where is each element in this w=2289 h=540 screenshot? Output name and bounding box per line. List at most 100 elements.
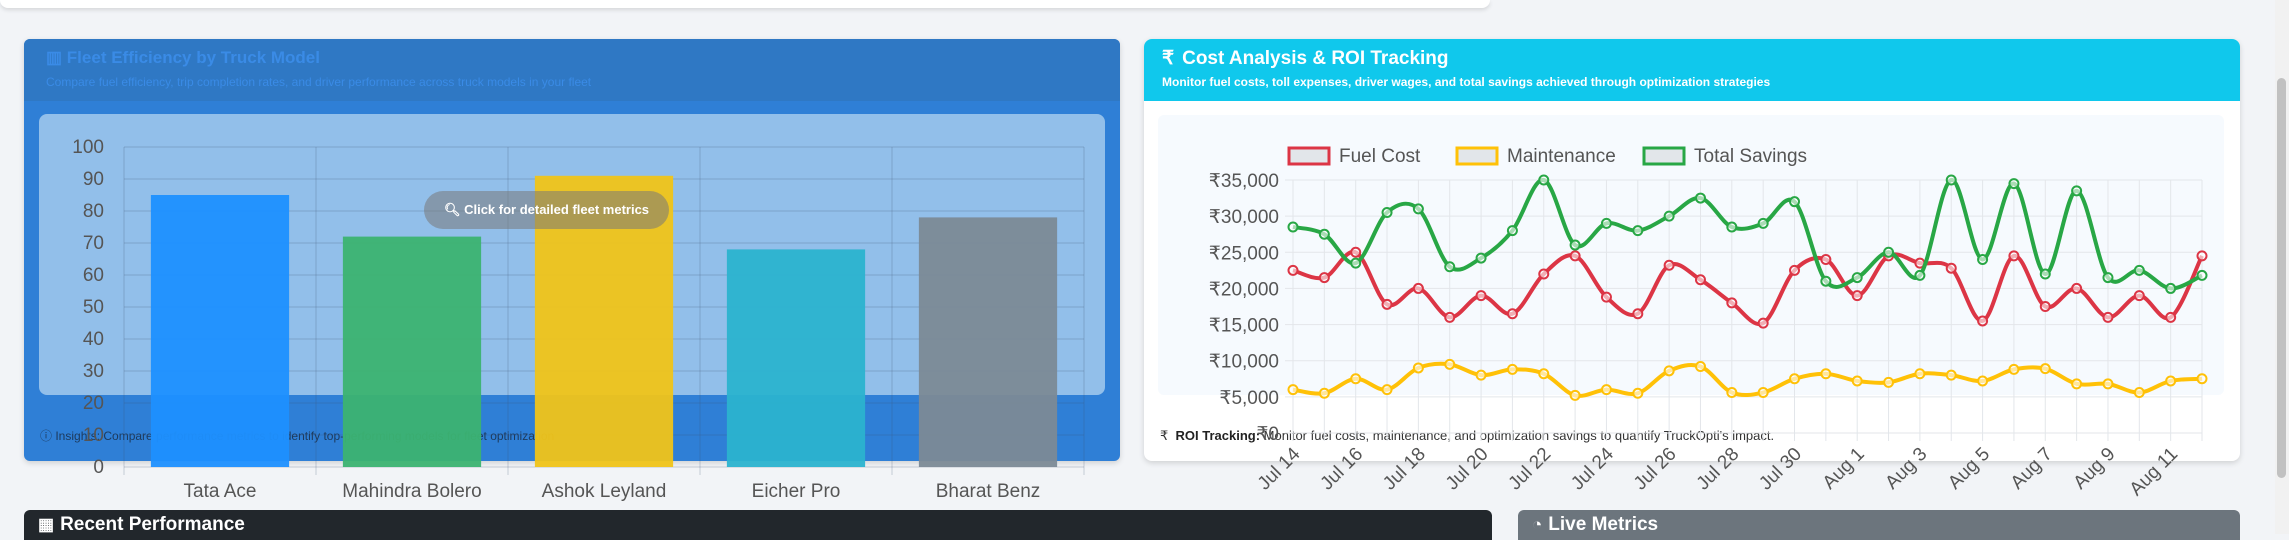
y-tick-label: 100	[72, 137, 104, 158]
live-metrics-title: ◔ Live Metrics	[1532, 514, 1659, 535]
x-tick-label: Aug 11	[2126, 444, 2182, 500]
data-point	[1757, 217, 1769, 229]
data-point	[2039, 363, 2051, 375]
y-tick-label: 50	[83, 297, 104, 318]
data-point	[2102, 378, 2114, 390]
x-tick-label: Aug 3	[1881, 444, 1931, 494]
y-tick-label: ₹5,000	[1219, 388, 1279, 409]
data-point	[1600, 291, 1612, 303]
y-tick-label: 0	[93, 457, 104, 478]
data-point	[2071, 282, 2083, 294]
x-tick-label: Jul 18	[1379, 444, 1430, 495]
data-point	[2196, 250, 2208, 262]
data-point	[1757, 317, 1769, 329]
x-tick-label: Jul 30	[1755, 444, 1806, 495]
recent-performance-title: ▦ Recent Performance	[38, 514, 245, 535]
data-point	[1694, 192, 1706, 204]
y-tick-label: 60	[83, 265, 104, 286]
recent-performance-card: ▦ Recent Performance	[24, 510, 1492, 540]
fleet-bar-chart[interactable]: 0 10 20 30 40 50 60 70 80 90 100 Tata Ace Mahindra B…	[50, 128, 1090, 508]
legend-swatch	[1287, 146, 1331, 166]
fleet-metrics-tooltip[interactable]: 🔍︎ Click for detailed fleet metrics	[424, 191, 669, 229]
data-point	[1506, 308, 1518, 320]
data-point	[1663, 259, 1675, 271]
data-point	[2039, 301, 2051, 312]
data-point	[1475, 290, 1487, 302]
data-point	[1538, 368, 1550, 380]
y-tick-label: ₹10,000	[1209, 352, 1279, 373]
data-point	[1318, 272, 1330, 284]
data-point	[2133, 387, 2145, 399]
series-line	[1292, 361, 2203, 398]
data-point	[1287, 264, 1299, 276]
data-point	[1444, 358, 1456, 370]
data-point	[1977, 375, 1989, 387]
data-point	[2165, 311, 2177, 323]
data-point	[1726, 297, 1738, 309]
data-point	[1569, 389, 1581, 401]
data-point	[2165, 282, 2177, 294]
data-point	[1506, 225, 1518, 237]
bar	[918, 217, 1058, 467]
data-point	[1977, 315, 1989, 327]
data-point	[1663, 365, 1675, 377]
scrollbar-thumb[interactable]	[2277, 78, 2286, 478]
search-icon: 🔍︎	[443, 202, 465, 217]
data-point	[1318, 228, 1330, 240]
data-point	[1789, 196, 1801, 208]
data-point	[1569, 239, 1581, 251]
x-tick-label: Aug 5	[1944, 444, 1994, 494]
data-point	[2071, 378, 2083, 390]
x-tick-label: Mahindra Bolero	[342, 481, 481, 502]
x-tick-label: Jul 26	[1630, 444, 1681, 495]
data-point	[1412, 203, 1424, 215]
data-point	[1569, 250, 1581, 262]
data-point	[2008, 250, 2020, 262]
data-point	[1475, 369, 1487, 381]
data-point	[1726, 221, 1738, 233]
y-tick-label: ₹35,000	[1209, 171, 1279, 192]
data-point	[2133, 290, 2145, 302]
x-tick-label: Jul 22	[1505, 444, 1556, 495]
cost-card-header: ₹ Cost Analysis & ROI Tracking Monitor fu…	[1144, 39, 2240, 101]
data-point	[1851, 375, 1863, 387]
data-point	[2008, 363, 2020, 375]
data-point	[1444, 261, 1456, 273]
data-point	[2039, 268, 2051, 280]
data-point	[1820, 254, 1832, 266]
x-tick-label: Aug 9	[2070, 444, 2120, 494]
data-point	[1945, 369, 1957, 381]
data-point	[2196, 373, 2208, 385]
data-point	[1694, 360, 1706, 372]
data-point	[1757, 387, 1769, 399]
y-tick-label: ₹25,000	[1209, 243, 1279, 264]
x-tick-label: Jul 24	[1567, 443, 1618, 494]
y-tick-label: 10	[83, 425, 104, 446]
x-tick-label: Aug 1	[1819, 444, 1869, 494]
data-point	[1914, 269, 1926, 281]
y-tick-label: 20	[83, 393, 104, 414]
data-point	[1789, 264, 1801, 276]
data-point	[1632, 308, 1644, 320]
x-tick-label: Jul 16	[1317, 444, 1368, 495]
live-metrics-card: ◔ Live Metrics	[1518, 510, 2240, 540]
gauge-icon: ◔	[1532, 515, 1543, 534]
x-tick-label: Aug 7	[2007, 444, 2057, 494]
data-point	[1883, 376, 1895, 388]
bar	[726, 249, 866, 467]
data-point	[2008, 178, 2020, 190]
legend-swatch	[1642, 146, 1686, 166]
data-point	[2165, 375, 2177, 387]
y-tick-label: 40	[83, 329, 104, 350]
data-point	[1475, 252, 1487, 264]
data-point	[1318, 387, 1330, 399]
fleet-card-title: ▥ Fleet Efficiency by Truck Model	[46, 48, 320, 67]
cost-line-chart[interactable]: ₹0 ₹5,000 ₹10,000 ₹15,000 ₹20,000 ₹25,000 ₹30,…	[1144, 120, 2240, 534]
data-point	[1287, 384, 1299, 396]
data-point	[1412, 282, 1424, 294]
legend-swatch	[1455, 146, 1499, 166]
y-tick-label: ₹0	[1256, 424, 1279, 445]
y-tick-label: 70	[83, 233, 104, 254]
data-point	[1820, 275, 1832, 287]
data-point	[1694, 274, 1706, 286]
